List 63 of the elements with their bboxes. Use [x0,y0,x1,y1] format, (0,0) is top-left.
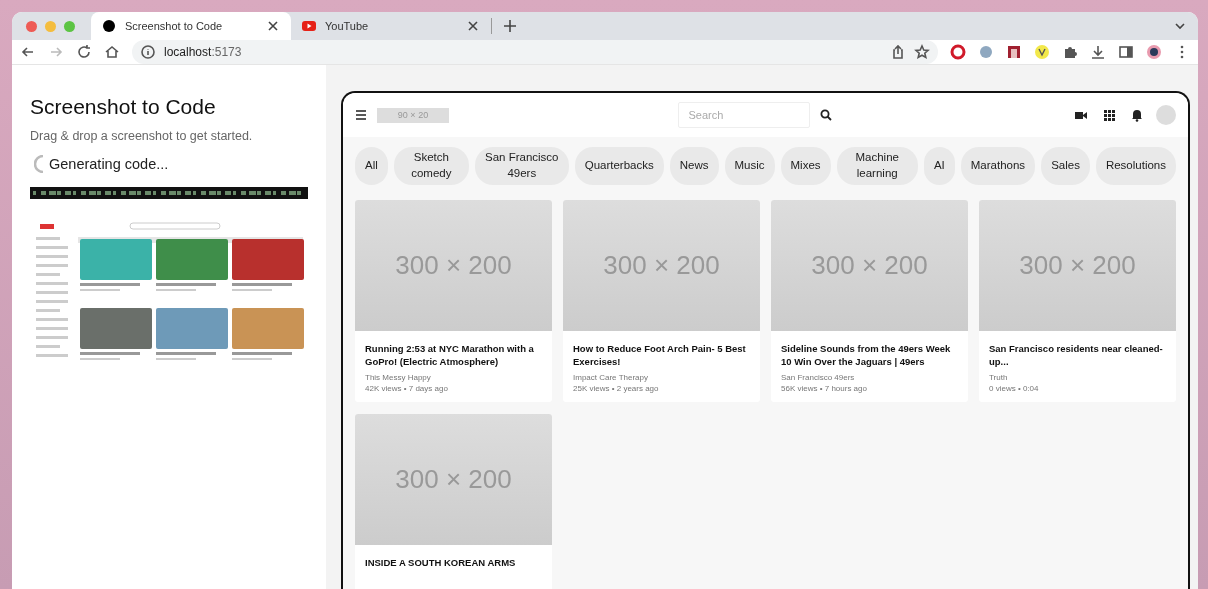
video-card[interactable]: 300 × 200 Running 2:53 at NYC Marathon with a GoPro! (Electric Atmosphere) This Messy Happy 42K views • 7 days ago [355,200,552,402]
home-icon[interactable] [104,44,120,60]
video-title: How to Reduce Foot Arch Pain- 5 Best Exercises! [573,342,747,369]
video-card[interactable]: 300 × 200 Sideline Sounds from the 49ers Week 10 Win Over the Jaguars | 49ers San Francisco 49ers 56K views • 7 hours ago [771,200,968,402]
video-meta: 0 views • 0:04 [989,382,1040,394]
browser-tab[interactable]: YouTube [291,12,491,40]
video-meta: 42K views • 7 days ago [365,382,449,394]
filter-chip[interactable]: AI [923,147,955,185]
channel-name: This Messy Happy [365,371,432,383]
reload-icon[interactable] [76,44,92,60]
filter-chip[interactable]: San Francisco 49ers [474,147,569,185]
window-control-icon[interactable] [26,20,37,32]
url-text: localhost:5173 [164,45,242,59]
search-field[interactable]: Search [677,102,810,128]
info-icon[interactable] [140,44,156,60]
channel-name: Impact Care Therapy [573,371,649,383]
filter-chip[interactable]: Mixes [780,147,831,185]
ring-icon[interactable] [950,44,966,60]
placeholder-label: 90 × 20 [397,110,429,120]
download-icon[interactable] [1090,44,1106,60]
address-bar[interactable]: localhost:5173 [132,40,938,64]
sidebar-icon[interactable] [1118,44,1134,60]
filter-chip[interactable]: Sales [1041,147,1090,185]
thumbnail-placeholder: 300 × 200 [355,200,552,331]
thumbnail-placeholder: 300 × 200 [979,200,1176,331]
browser-tab[interactable]: Screenshot to Code [91,12,291,40]
avatar-icon[interactable] [1146,44,1162,60]
search-icon[interactable] [819,109,832,121]
channel-name: San Francisco 49ers [781,371,856,383]
video-meta: 25K views • 2 years ago [573,382,660,394]
star-icon[interactable] [914,44,930,60]
filter-chip[interactable]: All [355,147,388,185]
circle-icon [101,18,117,34]
grid-icon[interactable] [1102,108,1116,122]
filter-chip[interactable]: Quarterbacks [574,147,664,185]
status-text: Generating code... [49,156,169,172]
channel-name: Truth [989,371,1009,383]
filter-chip[interactable]: News [669,147,719,185]
thumbnail-placeholder: 300 × 200 [355,414,552,545]
puzzle-icon[interactable] [1062,44,1078,60]
bell-icon[interactable] [1130,108,1144,122]
thumbnail-placeholder: 300 × 200 [563,200,760,331]
plus-icon[interactable] [502,18,518,34]
thumbnail-placeholder: 300 × 200 [771,200,968,331]
filter-chip[interactable]: Resolutions [1095,147,1176,185]
filter-chip[interactable]: Machine learning [836,147,918,185]
play-icon [301,18,317,34]
video-card[interactable]: 300 × 200 How to Reduce Foot Arch Pain- 5 Best Exercises! Impact Care Therapy 25K views • 2 years ago [563,200,760,402]
video-meta: 56K views • 7 hours ago [781,382,868,394]
spinner-icon [34,155,43,173]
video-card[interactable]: 300 × 200 INSIDE A SOUTH KOREAN ARMS [355,414,552,589]
video-title: San Francisco residents near cleaned-up... [989,342,1164,369]
share-icon[interactable] [890,44,906,60]
menu-icon[interactable] [355,109,367,121]
app-title: Screenshot to Code [30,95,217,119]
video-card[interactable]: 300 × 200 San Francisco residents near cleaned-up... Truth 0 views • 0:04 [979,200,1176,402]
filter-chip[interactable]: Marathons [960,147,1036,185]
filter-chip[interactable]: Sketch comedy [393,147,469,185]
filter-chip[interactable]: Music [724,147,775,185]
video-title: Sideline Sounds from the 49ers Week 10 Win Over the Jaguars | 49ers [781,342,952,369]
subtitle: Drag & drop a screenshot to get started. [30,129,254,143]
video-title: INSIDE A SOUTH KOREAN ARMS [365,556,517,570]
video-title: Running 2:53 at NYC Marathon with a GoPro! (Electric Atmosphere) [365,342,535,369]
